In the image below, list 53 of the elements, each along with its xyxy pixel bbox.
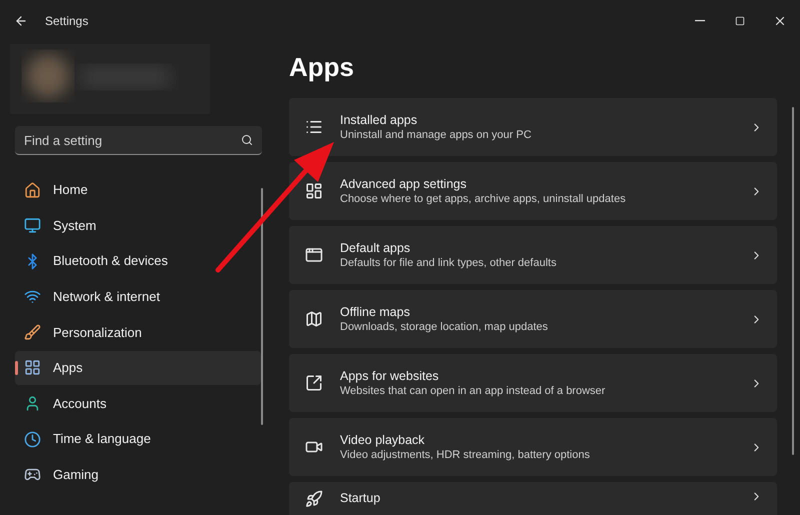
sidebar-item[interactable]: System — [15, 208, 261, 243]
layout-icon — [305, 182, 323, 200]
wifi-icon — [24, 288, 41, 306]
sidebar-item[interactable]: Apps — [15, 350, 261, 385]
card-title: Advanced app settings — [340, 176, 468, 192]
list-icon — [305, 118, 323, 136]
card-description: Defaults for file and link types, other defaults — [340, 256, 556, 270]
settings-card[interactable]: Installed apps Uninstall and manage apps on your PC — [289, 98, 777, 156]
back-icon[interactable] — [14, 14, 28, 28]
clock-icon — [24, 430, 41, 448]
card-title: Default apps — [340, 240, 412, 256]
close-icon — [773, 14, 787, 28]
sidebar-item[interactable]: Network & internet — [15, 280, 261, 314]
card-title: Installed apps — [340, 112, 418, 128]
sidebar-item[interactable]: Time & language — [15, 422, 261, 456]
search-icon[interactable] — [241, 134, 253, 146]
settings-card[interactable]: Advanced app settings Choose where to get apps, archive apps, uninstall updates — [289, 162, 777, 220]
maximize-icon — [735, 16, 745, 26]
external-link-icon — [305, 374, 323, 392]
page-title: Apps — [289, 51, 355, 84]
card-title: Startup — [340, 490, 380, 506]
sidebar-item[interactable]: Accounts — [15, 386, 261, 421]
map-icon — [305, 310, 323, 328]
person-icon — [24, 395, 41, 412]
window-title: Settings — [45, 13, 88, 30]
sidebar-item[interactable]: Gaming — [15, 458, 261, 492]
card-title: Apps for websites — [340, 368, 440, 384]
settings-card[interactable]: Startup — [289, 482, 777, 515]
rocket-icon — [305, 490, 323, 508]
window-icon — [305, 246, 323, 264]
grid-icon — [24, 359, 41, 376]
selection-indicator — [15, 360, 18, 375]
card-description: Websites that can open in an app instead of a browser — [340, 384, 606, 398]
settings-card[interactable]: Offline maps Downloads, storage location, map updates — [289, 290, 777, 348]
scrollbar[interactable] — [261, 188, 263, 425]
settings-card[interactable]: Apps for websites Websites that can open in an app instead of a browser — [289, 354, 777, 412]
sidebar-item[interactable]: Bluetooth & devices — [15, 244, 261, 278]
minimize-icon — [695, 20, 705, 22]
monitor-icon — [24, 217, 41, 234]
card-description: Uninstall and manage apps on your PC — [340, 128, 532, 142]
settings-card[interactable]: Default apps Defaults for file and link types, other defaults — [289, 226, 777, 284]
search-field[interactable]: Find a setting — [15, 126, 262, 155]
sidebar-item[interactable]: Personalization — [15, 315, 261, 350]
brush-icon — [24, 324, 41, 341]
card-title: Video playback — [340, 432, 426, 448]
card-description: Choose where to get apps, archive apps, uninstall updates — [340, 192, 626, 206]
card-description: Video adjustments, HDR streaming, battery options — [340, 448, 590, 462]
house-icon — [24, 182, 41, 198]
sidebar-item[interactable]: Home — [15, 173, 261, 207]
settings-card[interactable]: Video playback Video adjustments, HDR streaming, battery options — [289, 418, 777, 476]
card-description: Downloads, storage location, map updates — [340, 320, 548, 334]
scrollbar[interactable] — [792, 107, 794, 455]
card-title: Offline maps — [340, 304, 411, 320]
